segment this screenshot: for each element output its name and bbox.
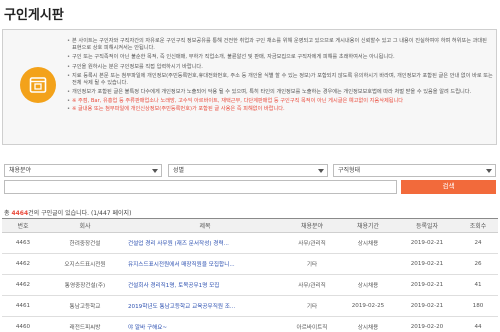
cell-company: 한려중장건설 (69, 241, 101, 247)
cell-number: 4460 (15, 324, 31, 330)
cell-field: 기타 (306, 304, 318, 310)
cell-views: 180 (472, 303, 484, 309)
notice-document-icon (20, 67, 56, 103)
column-header-date: 등록일자 (415, 223, 439, 230)
field-select-value: 채용분야 (9, 167, 32, 174)
cell-company: 통영중장건설(주) (64, 283, 106, 289)
column-header-title: 제목 (199, 223, 211, 230)
cell-number: 4461 (15, 303, 31, 309)
column-header-views: 조회수 (469, 223, 487, 230)
column-header-company: 회사 (79, 223, 91, 230)
notice-box: 본 사이트는 구인자와 구직자간의 자유로운 구인구직 정보공유를 통해 건전한… (2, 29, 497, 145)
field-select[interactable]: 채용분야 (4, 164, 162, 177)
cell-period: 상시채용 (357, 325, 379, 331)
notice-line: 지료 등록시 본문 또는 첨부파일에 개인정보(주민등록번호,휴대전화번호, 주… (67, 73, 493, 87)
cell-period: 상시채용 (357, 241, 379, 247)
job-posting-table: 번호 회사 제목 채용분야 채용기간 등록일자 조회수 4463 한려중장건설 … (2, 218, 498, 332)
cell-title-link[interactable]: 건설회사 경리직1명, 토목공무1명 모집 (126, 275, 284, 296)
cell-field: 사무/관리직 (298, 283, 326, 289)
notice-line: 본 사이트는 구인자와 구직자간의 자유로운 구인구직 정보공유를 통해 건전한… (67, 38, 493, 52)
cell-number: 4463 (15, 240, 31, 246)
cell-number: 4462 (15, 261, 31, 267)
result-count-suffix: 건의 구인글이 있습니다. (1/447 페이지) (28, 210, 132, 217)
cell-number: 4462 (15, 282, 31, 288)
table-row[interactable]: 4462 오지스드표시전원 유지스드표시전원에서 매장직원을 모집합니... 기… (2, 254, 498, 275)
employment-type-select[interactable]: 구직형태 (333, 164, 496, 177)
search-button[interactable]: 검색 (401, 180, 496, 194)
column-header-number: 번호 (17, 223, 29, 230)
cell-date: 2019-02-21 (410, 282, 444, 288)
cell-views: 41 (474, 282, 482, 288)
chevron-down-icon (486, 169, 492, 173)
table-row[interactable]: 4462 통영중장건설(주) 건설회사 경리직1명, 토목공무1명 모집 사무/… (2, 275, 498, 296)
cell-title-link[interactable]: 유지스드표시전원에서 매장직원을 모집합니... (126, 254, 284, 275)
cell-date: 2019-02-21 (410, 303, 444, 309)
cell-field: 사무/관리직 (298, 241, 326, 247)
result-count: 총 4464건의 구인글이 있습니다. (1/447 페이지) (4, 208, 131, 217)
cell-company: 오지스드표시전원 (64, 262, 106, 268)
cell-views: 26 (474, 261, 482, 267)
cell-date: 2019-02-21 (410, 240, 444, 246)
cell-field: 아르바이트직 (296, 325, 328, 331)
chevron-down-icon (318, 169, 324, 173)
notice-line: 구인을 원하시는 분은 구인정보를 직접 입력하시기 바랍니다. (67, 64, 493, 71)
notice-warning-line: ※ 글내용 또는 첨부파일에 개인신상정보(주민등록번호)가 포함된 글 사용은… (67, 106, 493, 113)
cell-company: 래전드피씨방 (69, 325, 101, 331)
chevron-down-icon (152, 169, 158, 173)
column-header-period: 채용기간 (356, 223, 380, 230)
notice-line: 개인정보가 포함된 글은 불특정 다수에게 개인정보가 노출되어 악용 될 수 … (67, 89, 493, 96)
cell-period: 상시채용 (357, 283, 379, 289)
gender-select-value: 성별 (173, 167, 185, 174)
cell-date: 2019-02-20 (410, 324, 444, 330)
table-row[interactable]: 4460 래전드피씨방 야 알바 구해요~ 아르바이트직 상시채용 2019-0… (2, 317, 498, 332)
notice-line: 구인 또는 구직족적이 아닌 불순한 목적, 즉 인신매매, 부하가 직업소개,… (67, 54, 493, 61)
cell-date: 2019-02-21 (410, 261, 444, 267)
table-row[interactable]: 4461 통남고등학교 2019학년도 통남고등학교 교육공무직원 조... 기… (2, 296, 498, 317)
table-row[interactable]: 4463 한려중장건설 건설업 경리 사무원 (재즈 문서작성) 경력... 사… (2, 233, 498, 254)
employment-type-select-value: 구직형태 (338, 167, 361, 174)
cell-title-link[interactable]: 야 알바 구해요~ (126, 317, 284, 332)
cell-views: 24 (474, 240, 482, 246)
cell-title-link[interactable]: 건설업 경리 사무원 (재즈 문서작성) 경력... (126, 233, 284, 254)
table-header-row: 번호 회사 제목 채용분야 채용기간 등록일자 조회수 (2, 218, 498, 233)
search-input[interactable] (4, 180, 397, 194)
notice-list: 본 사이트는 구인자와 구직자간의 자유로운 구인구직 정보공유를 통해 건전한… (67, 38, 493, 113)
column-header-field: 채용분야 (300, 223, 324, 230)
cell-company: 통남고등학교 (69, 304, 101, 310)
cell-period: 2019-02-25 (351, 303, 385, 309)
result-count-total: 4464 (11, 210, 29, 217)
cell-field: 기타 (306, 262, 318, 268)
notice-warning-line: ※ 주점, Bar, 유흥업 등 주류판매업소나 노래방, 고수익 아르바이트,… (67, 98, 493, 105)
cell-period (340, 254, 396, 275)
cell-title-link[interactable]: 2019학년도 통남고등학교 교육공무직원 조... (126, 296, 284, 317)
cell-views: 44 (474, 324, 482, 330)
page-title: 구인게시판 (4, 8, 64, 23)
gender-select[interactable]: 성별 (168, 164, 328, 177)
